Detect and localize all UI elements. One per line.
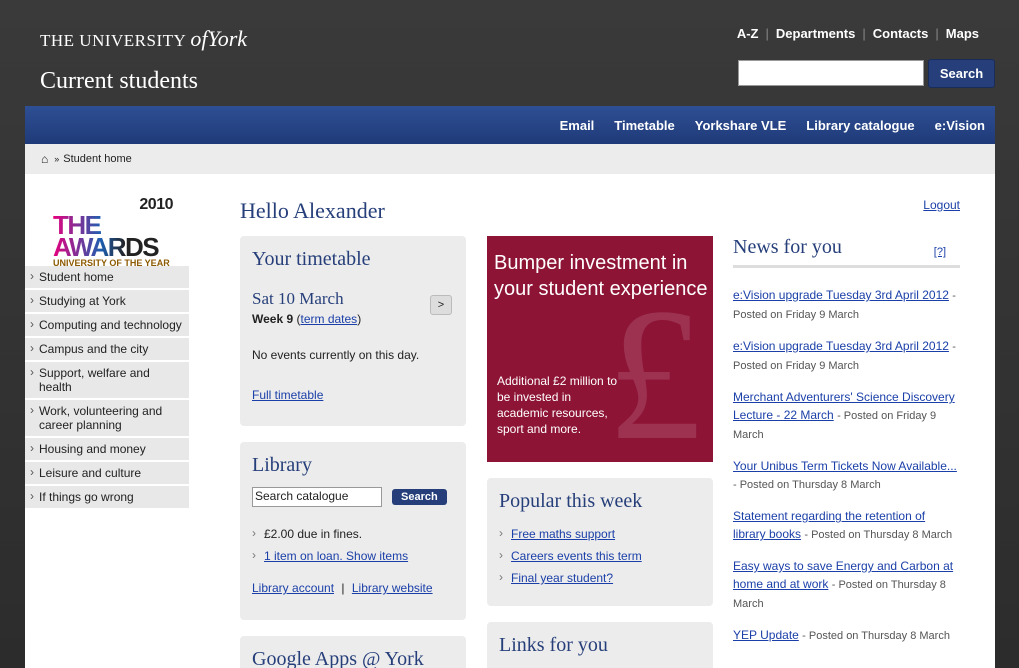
top-links: A-Z | Departments | Contacts | Maps <box>736 26 979 41</box>
news-item-meta: - Posted on Thursday 8 March <box>804 529 953 541</box>
main-nav: Email Timetable Yorkshare VLE Library ca… <box>25 106 995 144</box>
promo-headline: Bumper investment in your student experi… <box>494 252 708 300</box>
promo-body: Additional £2 million to be invested in … <box>497 374 618 436</box>
popular-item-maths[interactable]: Free maths support <box>511 527 615 541</box>
library-panel: Library Search catalogue Search £2.00 du… <box>240 442 466 620</box>
nav-timetable[interactable]: Timetable <box>614 118 674 133</box>
breadcrumb-current: Student home <box>63 153 132 165</box>
sidebar-item-campus[interactable]: Campus and the city <box>25 338 189 362</box>
news-item: Easy ways to save Energy and Carbon at h… <box>733 557 960 613</box>
week-line: Week 9 (term dates) <box>252 312 362 326</box>
library-search-button[interactable]: Search <box>392 489 447 505</box>
site-title[interactable]: Current students <box>40 68 198 95</box>
site-search-button[interactable]: Search <box>928 59 995 88</box>
popular-title: Popular this week <box>499 490 643 512</box>
news-item: Merchant Adventurers' Science Discovery … <box>733 388 960 444</box>
logo-text: THE UNIVERSITY <box>40 31 186 50</box>
nav-yorkshare-vle[interactable]: Yorkshare VLE <box>695 118 787 133</box>
sidebar-item-work[interactable]: Work, volunteering and career planning <box>25 400 189 438</box>
toplink-departments[interactable]: Departments <box>776 26 855 41</box>
nav-evision[interactable]: e:Vision <box>935 118 985 133</box>
news-item: e:Vision upgrade Tuesday 3rd April 2012 … <box>733 286 960 324</box>
greeting: Hello Alexander <box>240 198 385 223</box>
sidebar-item-housing[interactable]: Housing and money <box>25 438 189 462</box>
toplink-a-z[interactable]: A-Z <box>737 26 759 41</box>
sidebar-item-studying[interactable]: Studying at York <box>25 290 189 314</box>
timetable-date: Sat 10 March <box>252 289 344 308</box>
university-logo[interactable]: THE UNIVERSITY ofYork <box>40 26 247 52</box>
sidebar-nav: Student home Studying at York Computing … <box>25 266 189 510</box>
news-item: e:Vision upgrade Tuesday 3rd April 2012 … <box>733 337 960 375</box>
breadcrumb: ⌂ » Student home <box>25 144 995 174</box>
next-day-button[interactable]: > <box>430 295 452 315</box>
links-title: Links for you <box>499 634 608 656</box>
library-account-link[interactable]: Library account <box>252 581 334 595</box>
no-events-text: No events currently on this day. <box>252 348 420 362</box>
news-item: YEP Update - Posted on Thursday 8 March <box>733 626 960 645</box>
logout-link[interactable]: Logout <box>923 198 960 212</box>
loan-link[interactable]: 1 item on loan. Show items <box>264 549 408 563</box>
nav-email[interactable]: Email <box>560 118 595 133</box>
popular-item-careers[interactable]: Careers events this term <box>511 549 642 563</box>
news-item-link[interactable]: YEP Update <box>733 628 799 642</box>
sidebar-item-student-home[interactable]: Student home <box>25 266 189 290</box>
news-item: Statement regarding the retention of lib… <box>733 507 960 544</box>
links-panel: Links for you <box>487 622 713 668</box>
popular-panel: Popular this week Free maths support Car… <box>487 478 713 606</box>
news-item-meta: - Posted on Thursday 8 March <box>733 479 881 491</box>
library-title: Library <box>252 454 312 476</box>
google-apps-title: Google Apps @ York <box>252 648 424 668</box>
google-apps-panel: Google Apps @ York <box>240 636 466 668</box>
toplink-maps[interactable]: Maps <box>946 26 979 41</box>
page-content: 2010 THE AWARDS UNIVERSITY OF THE YEAR S… <box>25 174 995 668</box>
news-item-link[interactable]: e:Vision upgrade Tuesday 3rd April 2012 <box>733 339 949 353</box>
news-item-link[interactable]: e:Vision upgrade Tuesday 3rd April 2012 <box>733 288 949 302</box>
toplink-contacts[interactable]: Contacts <box>873 26 929 41</box>
timetable-title: Your timetable <box>252 248 371 270</box>
sidebar-item-support[interactable]: Support, welfare and health <box>25 362 189 400</box>
nav-library-catalogue[interactable]: Library catalogue <box>806 118 914 133</box>
sidebar-item-things-go-wrong[interactable]: If things go wrong <box>25 486 189 510</box>
week-label: Week 9 <box>252 312 294 326</box>
logo-of: of <box>190 26 208 51</box>
news-item: Your Unibus Term Tickets Now Available..… <box>733 457 960 494</box>
awards-word: THE AWARDS <box>53 212 173 260</box>
news-title: News for you <box>733 236 960 268</box>
timetable-panel: Your timetable Sat 10 March > Week 9 (te… <box>240 236 466 426</box>
sidebar-item-leisure[interactable]: Leisure and culture <box>25 462 189 486</box>
news-item-link[interactable]: Your Unibus Term Tickets Now Available..… <box>733 459 957 473</box>
full-timetable-link[interactable]: Full timetable <box>252 388 323 402</box>
sidebar-item-computing[interactable]: Computing and technology <box>25 314 189 338</box>
library-website-link[interactable]: Library website <box>352 581 433 595</box>
news-item-meta: - Posted on Thursday 8 March <box>802 630 950 642</box>
awards-logo: 2010 THE AWARDS UNIVERSITY OF THE YEAR <box>53 196 174 268</box>
library-search-input[interactable]: Search catalogue <box>252 487 382 507</box>
home-icon[interactable]: ⌂ <box>41 152 48 166</box>
news-panel: News for you [?] e:Vision upgrade Tuesda… <box>733 236 960 658</box>
news-help-link[interactable]: [?] <box>934 246 946 258</box>
popular-item-final-year[interactable]: Final year student? <box>511 571 613 585</box>
term-dates-link[interactable]: term dates <box>300 312 357 326</box>
logo-york: York <box>207 26 248 51</box>
breadcrumb-separator: » <box>54 154 60 164</box>
promo-banner[interactable]: £ Bumper investment in your student expe… <box>487 236 713 462</box>
site-search-input[interactable] <box>738 60 924 86</box>
fines-text: £2.00 due in fines. <box>252 526 454 541</box>
